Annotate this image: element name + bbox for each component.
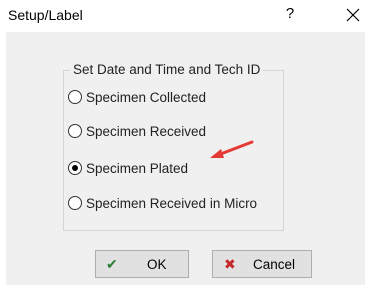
radio-label: Specimen Received in Micro — [86, 195, 258, 211]
radio-button-selected[interactable] — [68, 161, 82, 175]
radio-label: Specimen Received — [86, 123, 207, 139]
group-legend: Set Date and Time and Tech ID — [70, 62, 264, 77]
radio-button[interactable] — [68, 90, 82, 104]
radio-specimen-plated[interactable]: Specimen Plated — [68, 158, 188, 178]
help-button[interactable]: ? — [282, 5, 298, 22]
x-mark-icon: ✖ — [224, 256, 236, 272]
radio-button[interactable] — [68, 124, 82, 138]
ok-button[interactable]: ✔ OK — [95, 250, 189, 278]
radio-specimen-received[interactable]: Specimen Received — [68, 121, 206, 141]
window-title: Setup/Label — [8, 7, 83, 23]
checkmark-icon: ✔ — [106, 256, 118, 272]
radio-specimen-collected[interactable]: Specimen Collected — [68, 87, 206, 107]
annotation-arrow-icon — [210, 140, 254, 158]
radio-dot — [72, 165, 78, 171]
cancel-label: Cancel — [253, 257, 296, 272]
radio-label: Specimen Plated — [86, 160, 189, 176]
cancel-button[interactable]: ✖ Cancel — [212, 250, 312, 278]
ok-label: OK — [147, 257, 167, 272]
radio-specimen-received-in-micro[interactable]: Specimen Received in Micro — [68, 193, 257, 213]
radio-button[interactable] — [68, 196, 82, 210]
close-icon[interactable] — [341, 2, 365, 26]
dialog-body: Set Date and Time and Tech ID Specimen C… — [6, 32, 365, 285]
title-bar[interactable]: Setup/Label ? — [0, 0, 371, 32]
radio-label: Specimen Collected — [86, 89, 207, 105]
